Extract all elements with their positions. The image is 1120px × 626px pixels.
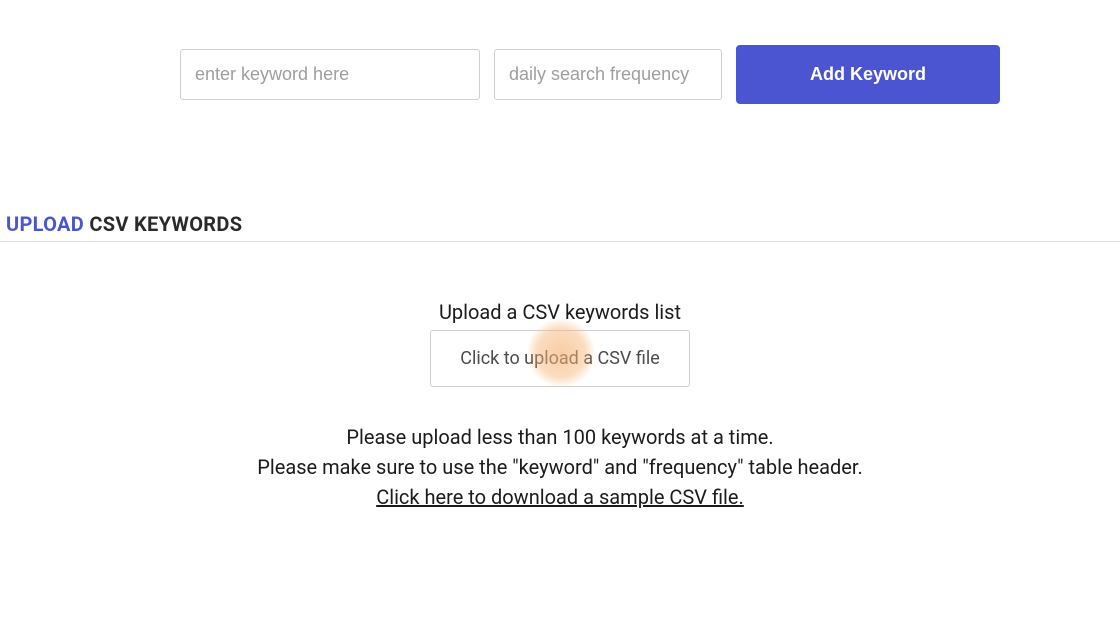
upload-section-heading: UPLOAD CSV KEYWORDS (6, 212, 242, 236)
add-keyword-button[interactable]: Add Keyword (736, 45, 1000, 104)
upload-title: Upload a CSV keywords list (0, 300, 1120, 324)
add-keyword-form: Add Keyword (180, 49, 1000, 104)
frequency-input[interactable] (494, 49, 722, 100)
instructions-line-1: Please upload less than 100 keywords at … (0, 422, 1120, 452)
upload-instructions: Please upload less than 100 keywords at … (0, 422, 1120, 512)
heading-upload-word: UPLOAD (6, 212, 84, 236)
instructions-line-2: Please make sure to use the "keyword" an… (0, 452, 1120, 482)
heading-rest: CSV KEYWORDS (84, 212, 242, 236)
download-sample-link[interactable]: Click here to download a sample CSV file… (376, 485, 744, 509)
upload-area: Upload a CSV keywords list Click to uplo… (0, 300, 1120, 387)
keyword-input[interactable] (180, 49, 480, 100)
section-divider (0, 241, 1120, 242)
upload-csv-button[interactable]: Click to upload a CSV file (430, 330, 690, 387)
